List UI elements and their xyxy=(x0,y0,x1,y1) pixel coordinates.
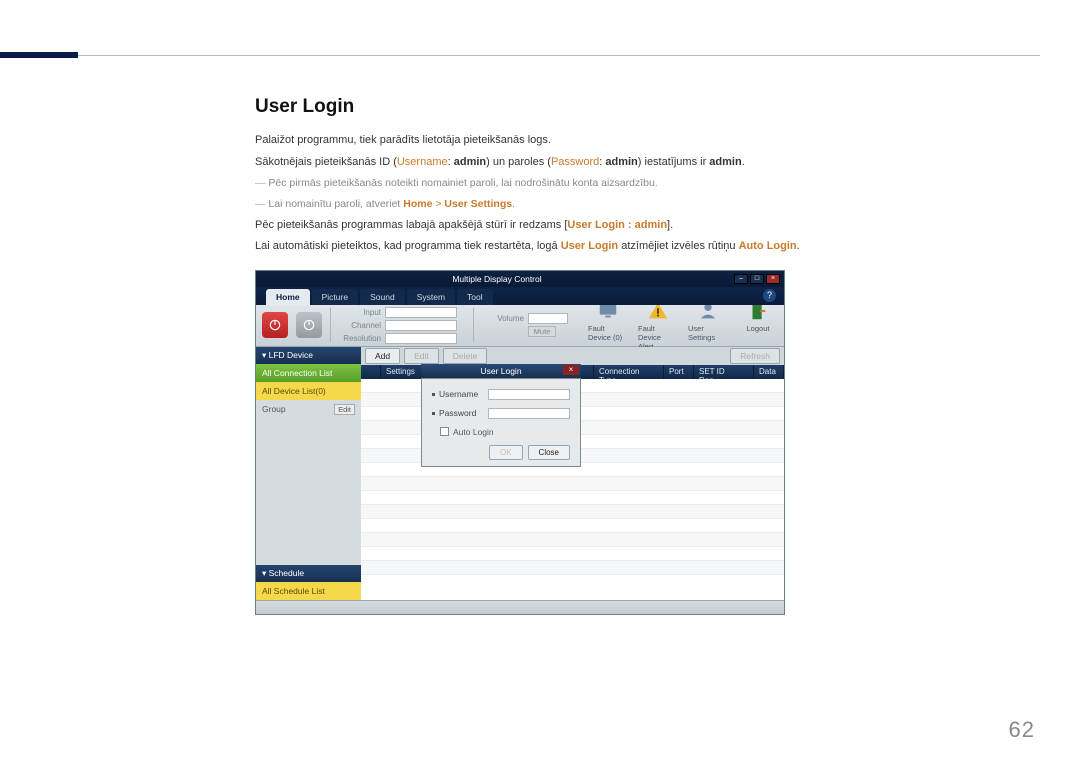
channel-select[interactable] xyxy=(385,320,457,331)
status-bar xyxy=(256,600,784,615)
tab-sound[interactable]: Sound xyxy=(360,289,405,305)
bullet-icon xyxy=(432,393,435,396)
close-dialog-button[interactable]: Close xyxy=(528,445,570,460)
grid-row xyxy=(361,547,784,561)
sidebar-schedule-header[interactable]: ▾ Schedule xyxy=(256,565,361,582)
sidebar-all-device[interactable]: All Device List(0) xyxy=(256,382,361,400)
user-settings-button[interactable]: User Settings xyxy=(688,300,728,351)
grid-col-setid[interactable]: SET ID Ran... xyxy=(694,365,754,379)
fault-device-button[interactable]: Fault Device (0) xyxy=(588,300,628,351)
password-label: Password xyxy=(439,408,484,418)
credentials-text: Sākotnējais pieteikšanās ID (Username: a… xyxy=(255,154,1025,172)
input-select[interactable] xyxy=(385,307,457,318)
password-input[interactable] xyxy=(488,408,570,419)
sidebar-lfd-header[interactable]: ▾ LFD Device xyxy=(256,347,361,364)
input-label: Input xyxy=(339,308,381,317)
tab-tool[interactable]: Tool xyxy=(457,289,493,305)
grid-row xyxy=(361,519,784,533)
page-number: 62 xyxy=(1009,717,1035,743)
close-button[interactable]: × xyxy=(766,274,780,284)
toolbar-divider xyxy=(473,308,474,342)
power-on-button[interactable] xyxy=(262,312,288,338)
delete-button[interactable]: Delete xyxy=(443,348,488,364)
volume-field[interactable] xyxy=(528,313,568,324)
status-corner-text: Pēc pieteikšanās programmas labajā apakš… xyxy=(255,217,1025,235)
grid-col-conn-type[interactable]: Connection Type xyxy=(594,365,664,379)
note-path: Lai nomainītu paroli, atveriet Home > Us… xyxy=(255,196,1025,213)
grid-col-port[interactable]: Port xyxy=(664,365,694,379)
window-titlebar: Multiple Display Control – □ × xyxy=(256,271,784,287)
dialog-close-button[interactable]: × xyxy=(563,365,579,375)
auto-login-text: Lai automātiski pieteiktos, kad programm… xyxy=(255,238,1025,256)
grid-row xyxy=(361,491,784,505)
section-title: User Login xyxy=(255,96,1040,118)
auto-login-checkbox[interactable] xyxy=(440,427,449,436)
username-input[interactable] xyxy=(488,389,570,400)
resolution-label: Resolution xyxy=(339,334,381,343)
tab-system[interactable]: System xyxy=(407,289,455,305)
toolbar-divider xyxy=(330,308,331,342)
header-accent-bar xyxy=(0,52,78,58)
tab-picture[interactable]: Picture xyxy=(312,289,358,305)
top-divider xyxy=(40,55,1040,56)
fault-alert-button[interactable]: Fault Device Alert xyxy=(638,300,678,351)
toolbar: Input Channel Resolution Volume Mute Fau… xyxy=(256,305,784,347)
main-tabs: Home Picture Sound System Tool ? xyxy=(256,287,784,305)
app-screenshot: Multiple Display Control – □ × Home Pict… xyxy=(255,270,785,615)
channel-label: Channel xyxy=(339,321,381,330)
grid-row xyxy=(361,505,784,519)
bullet-icon xyxy=(432,412,435,415)
ok-button[interactable]: OK xyxy=(489,445,523,460)
username-label: Username xyxy=(439,389,484,399)
logout-button[interactable]: Logout xyxy=(738,300,778,351)
intro-text: Palaižot programmu, tiek parādīts lietot… xyxy=(255,132,1025,150)
grid-row xyxy=(361,533,784,547)
window-title: Multiple Display Control xyxy=(452,274,541,284)
resolution-select[interactable] xyxy=(385,333,457,344)
user-login-dialog: User Login × Username Password Auto Logi… xyxy=(421,364,581,467)
sidebar: ▾ LFD Device All Connection List All Dev… xyxy=(256,347,361,600)
sidebar-group[interactable]: Group Edit xyxy=(256,400,361,419)
power-icon xyxy=(268,318,282,332)
volume-label: Volume xyxy=(482,314,524,323)
help-icon[interactable]: ? xyxy=(763,289,776,302)
grid-row xyxy=(361,477,784,491)
auto-login-label: Auto Login xyxy=(453,427,494,437)
minimize-button[interactable]: – xyxy=(734,274,748,284)
sidebar-all-schedule[interactable]: All Schedule List xyxy=(256,582,361,600)
power-off-button[interactable] xyxy=(296,312,322,338)
tab-home[interactable]: Home xyxy=(266,289,310,305)
maximize-button[interactable]: □ xyxy=(750,274,764,284)
add-button[interactable]: Add xyxy=(365,348,400,364)
sidebar-all-connection[interactable]: All Connection List xyxy=(256,364,361,382)
edit-button[interactable]: Edit xyxy=(404,348,439,364)
power-icon xyxy=(302,318,316,332)
dialog-titlebar: User Login × xyxy=(421,364,581,378)
group-edit-button[interactable]: Edit xyxy=(334,404,355,415)
note-change-pw: Pēc pirmās pieteikšanās noteikti nomaini… xyxy=(255,175,1025,192)
content-action-bar: Add Edit Delete Refresh xyxy=(361,347,784,365)
grid-col-check[interactable] xyxy=(361,365,381,379)
mute-button[interactable]: Mute xyxy=(528,326,556,337)
grid-row xyxy=(361,561,784,575)
refresh-button[interactable]: Refresh xyxy=(730,348,780,364)
grid-col-data[interactable]: Data xyxy=(754,365,784,379)
